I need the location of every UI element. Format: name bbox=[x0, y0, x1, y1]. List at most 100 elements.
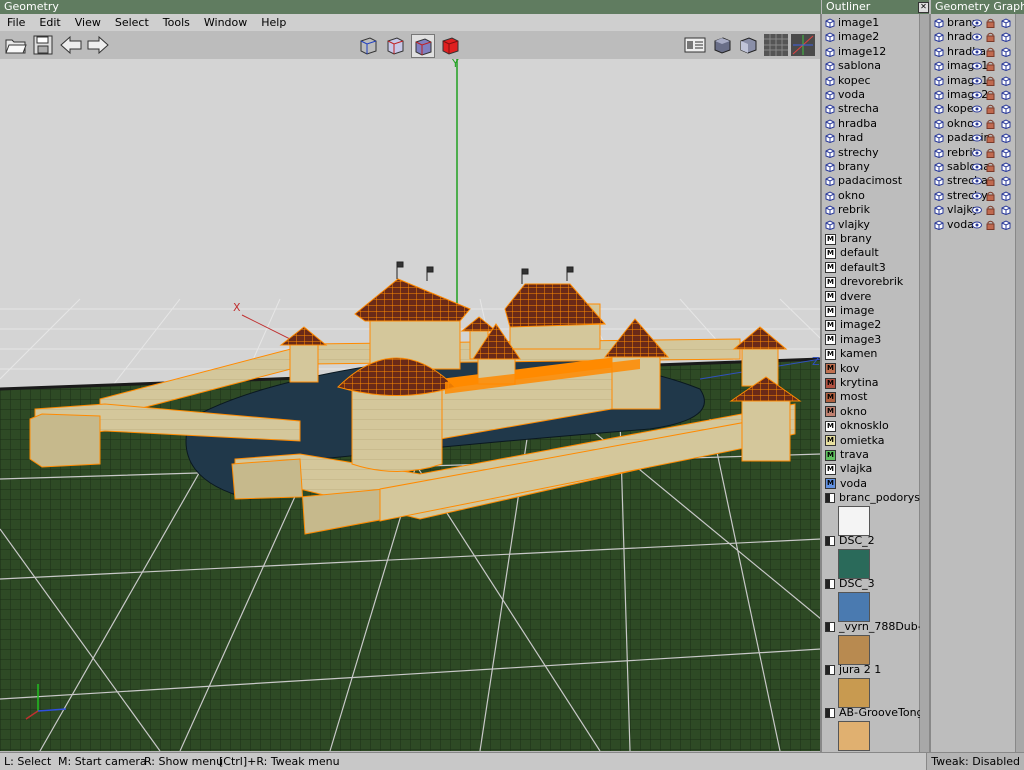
render-cube-icon[interactable] bbox=[1001, 205, 1011, 216]
outliner-object-item[interactable]: strechy bbox=[825, 146, 879, 160]
render-cube-icon[interactable] bbox=[1001, 176, 1011, 187]
outliner-close-icon[interactable]: ✕ bbox=[918, 2, 929, 13]
outliner-texture-item[interactable]: _vyrn_788Dub-Ma bbox=[825, 620, 920, 634]
visibility-eye-icon[interactable] bbox=[972, 205, 982, 215]
axes-toggle-icon[interactable] bbox=[791, 34, 815, 56]
geometry-graph-item[interactable]: image12 bbox=[934, 74, 1014, 88]
outliner-object-item[interactable]: image1 bbox=[825, 16, 879, 30]
outliner-object-item[interactable]: strecha bbox=[825, 102, 879, 116]
outliner-material-item[interactable]: Mdefault3 bbox=[825, 261, 886, 275]
visibility-eye-icon[interactable] bbox=[972, 47, 982, 57]
lock-icon[interactable] bbox=[986, 176, 995, 187]
visibility-eye-icon[interactable] bbox=[972, 162, 982, 172]
lock-icon[interactable] bbox=[986, 205, 995, 216]
outliner-object-item[interactable]: kopec bbox=[825, 74, 871, 88]
menu-help[interactable]: Help bbox=[254, 14, 293, 31]
outliner-material-item[interactable]: Mdvere bbox=[825, 290, 871, 304]
render-cube-icon[interactable] bbox=[1001, 90, 1011, 101]
lock-icon[interactable] bbox=[986, 148, 995, 158]
render-cube-icon[interactable] bbox=[1001, 104, 1011, 115]
outliner-material-item[interactable]: Mkov bbox=[825, 362, 859, 376]
outliner-material-item[interactable]: Mdrevorebrik bbox=[825, 275, 903, 289]
outliner-texture-item[interactable]: jura 2 1 bbox=[825, 663, 920, 677]
outliner-material-item[interactable]: Mvoda bbox=[825, 477, 867, 491]
solid-cube-icon[interactable] bbox=[411, 34, 435, 58]
outliner-material-item[interactable]: Mkrytina bbox=[825, 376, 878, 390]
arrow-left-icon[interactable] bbox=[59, 35, 83, 55]
outliner-material-item[interactable]: Mbrany bbox=[825, 232, 872, 246]
outliner-material-item[interactable]: Moknosklo bbox=[825, 419, 889, 433]
render-cube-icon[interactable] bbox=[1001, 32, 1011, 43]
geometry-graph-item[interactable]: strechy bbox=[934, 189, 1014, 203]
render-cube-icon[interactable] bbox=[1001, 148, 1011, 158]
lock-icon[interactable] bbox=[986, 191, 995, 201]
geometry-graph-item[interactable]: sablona bbox=[934, 160, 1014, 174]
outliner-material-item[interactable]: Mmost bbox=[825, 390, 868, 404]
outliner-material-item[interactable]: Mimage2 bbox=[825, 318, 881, 332]
visibility-eye-icon[interactable] bbox=[972, 104, 982, 114]
menu-edit[interactable]: Edit bbox=[32, 14, 67, 31]
visibility-eye-icon[interactable] bbox=[972, 90, 982, 100]
lock-icon[interactable] bbox=[986, 220, 995, 230]
outliner-texture-item[interactable]: DSC_3 bbox=[825, 577, 920, 591]
render-cube-icon[interactable] bbox=[1001, 191, 1011, 201]
visibility-eye-icon[interactable] bbox=[972, 220, 982, 230]
outliner-material-item[interactable]: Mkamen bbox=[825, 347, 877, 361]
open-folder-icon[interactable] bbox=[5, 35, 27, 55]
texture-thumbnail[interactable] bbox=[838, 678, 870, 709]
tweak-status[interactable]: Tweak: Disabled bbox=[926, 753, 1024, 770]
lock-icon[interactable] bbox=[986, 133, 995, 144]
outliner-material-item[interactable]: Mdefault bbox=[825, 246, 879, 260]
outliner-object-item[interactable]: vlajky bbox=[825, 218, 870, 232]
geometry-graph-item[interactable]: brany bbox=[934, 16, 1014, 30]
outliner-material-item[interactable]: Mokno bbox=[825, 405, 867, 419]
outliner-object-item[interactable]: brany bbox=[825, 160, 870, 174]
viewport-3d[interactable]: Y X Z bbox=[0, 59, 821, 751]
texture-thumbnail[interactable] bbox=[838, 635, 870, 666]
grid-toggle-icon[interactable] bbox=[764, 34, 788, 56]
outliner-object-item[interactable]: hradba bbox=[825, 117, 877, 131]
visibility-eye-icon[interactable] bbox=[972, 148, 982, 158]
wireframe-cube-icon[interactable] bbox=[358, 35, 378, 55]
outliner-material-item[interactable]: Mtrava bbox=[825, 448, 869, 462]
texture-thumbnail[interactable] bbox=[838, 549, 870, 580]
render-cube-icon[interactable] bbox=[1001, 47, 1011, 57]
geometry-graph-item[interactable]: image2 bbox=[934, 88, 1014, 102]
geometry-graph-item[interactable]: kopec bbox=[934, 102, 1014, 116]
menu-tools[interactable]: Tools bbox=[156, 14, 197, 31]
shaded-cube-icon[interactable] bbox=[712, 35, 732, 55]
geometry-graph-item[interactable]: image1 bbox=[934, 59, 1014, 73]
arrow-right-icon[interactable] bbox=[86, 35, 110, 55]
lock-icon[interactable] bbox=[986, 162, 995, 172]
visibility-eye-icon[interactable] bbox=[972, 32, 982, 42]
lock-icon[interactable] bbox=[986, 90, 995, 100]
outliner-material-item[interactable]: Momietka bbox=[825, 434, 885, 448]
outliner-object-item[interactable]: voda bbox=[825, 88, 865, 102]
render-cube-icon[interactable] bbox=[1001, 61, 1011, 72]
visibility-eye-icon[interactable] bbox=[972, 191, 982, 201]
geometry-graph-item[interactable]: hradba bbox=[934, 45, 1014, 59]
geometry-graph-scrollbar[interactable] bbox=[1015, 14, 1024, 752]
save-disk-icon[interactable] bbox=[33, 35, 53, 55]
menu-window[interactable]: Window bbox=[197, 14, 254, 31]
geometry-graph-item[interactable]: okno bbox=[934, 117, 1014, 131]
geometry-graph-item[interactable]: padacimost bbox=[934, 131, 1014, 145]
outliner-texture-item[interactable]: DSC_2 bbox=[825, 534, 920, 548]
outliner-object-item[interactable]: rebrik bbox=[825, 203, 870, 217]
render-cube-icon[interactable] bbox=[1001, 76, 1011, 86]
lock-icon[interactable] bbox=[986, 61, 995, 72]
outliner-texture-item[interactable]: AB-GrooveTongue bbox=[825, 706, 920, 720]
visibility-eye-icon[interactable] bbox=[972, 176, 982, 186]
outliner-object-item[interactable]: padacimost bbox=[825, 174, 902, 188]
outliner-scrollbar[interactable] bbox=[919, 14, 929, 752]
outliner-texture-item[interactable]: branc_podorys2 bbox=[825, 491, 920, 505]
menu-view[interactable]: View bbox=[68, 14, 108, 31]
render-cube-icon[interactable] bbox=[1001, 18, 1011, 29]
wire-shaded-cube-icon[interactable] bbox=[385, 35, 405, 55]
outliner-material-item[interactable]: Mimage bbox=[825, 304, 874, 318]
render-cube-icon[interactable] bbox=[1001, 162, 1011, 173]
visibility-eye-icon[interactable] bbox=[972, 18, 982, 28]
panel-toggle-icon[interactable] bbox=[684, 35, 706, 55]
outliner-object-item[interactable]: okno bbox=[825, 189, 865, 203]
geometry-graph-item[interactable]: hrad bbox=[934, 30, 1014, 44]
